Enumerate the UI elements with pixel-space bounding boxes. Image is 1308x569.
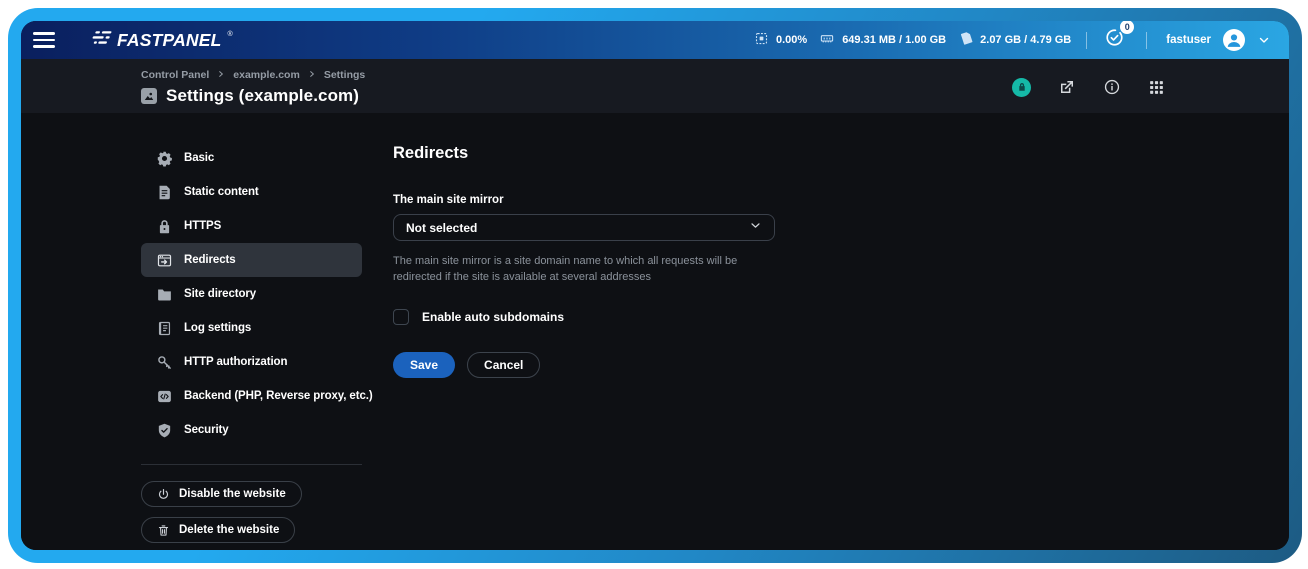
app-frame: FASTPANEL ® 0.00% 649.31 MB / 1.00 GB bbox=[8, 8, 1302, 563]
topbar-right: 0.00% 649.31 MB / 1.00 GB 2.07 GB / 4.79… bbox=[754, 27, 1271, 53]
shield-check-icon bbox=[156, 422, 173, 439]
cancel-button[interactable]: Cancel bbox=[467, 352, 540, 378]
fastpanel-logo[interactable]: FASTPANEL ® bbox=[87, 30, 232, 51]
gear-icon bbox=[156, 150, 173, 167]
log-icon bbox=[156, 320, 173, 337]
sidebar-divider bbox=[141, 464, 362, 465]
header-left: Control Panel example.com Settings Setti… bbox=[141, 69, 365, 106]
sidebar-actions: Disable the website Delete the website bbox=[141, 481, 362, 550]
info-icon[interactable] bbox=[1103, 78, 1121, 96]
page-title: Settings (example.com) bbox=[166, 86, 359, 106]
disable-website-button[interactable]: Disable the website bbox=[141, 481, 302, 507]
disable-website-label: Disable the website bbox=[179, 488, 286, 500]
sidebar-item-label: Redirects bbox=[184, 254, 236, 266]
content-area: Basic Static content HTTPS bbox=[21, 113, 1289, 550]
sidebar-item-redirects[interactable]: Redirects bbox=[141, 243, 362, 277]
sidebar-item-log-settings[interactable]: Log settings bbox=[141, 311, 362, 345]
breadcrumb-settings[interactable]: Settings bbox=[324, 69, 365, 81]
redirects-panel: Redirects The main site mirror Not selec… bbox=[393, 141, 787, 550]
breadcrumb-separator-icon bbox=[308, 69, 316, 81]
settings-sidebar: Basic Static content HTTPS bbox=[141, 141, 362, 550]
sidebar-item-basic[interactable]: Basic bbox=[141, 141, 362, 175]
logo-text: FASTPANEL bbox=[117, 30, 222, 51]
sidebar-item-label: Backend (PHP, Reverse proxy, etc.) bbox=[184, 390, 373, 402]
site-favicon-image-icon bbox=[141, 88, 157, 104]
sidebar-item-label: Basic bbox=[184, 152, 214, 164]
page-header: Control Panel example.com Settings Setti… bbox=[21, 59, 1289, 113]
power-icon bbox=[157, 488, 170, 501]
sidebar-item-label: HTTP authorization bbox=[184, 356, 287, 368]
apps-grid-icon[interactable] bbox=[1148, 79, 1165, 96]
redirect-icon bbox=[156, 252, 173, 269]
code-icon bbox=[156, 388, 173, 405]
auto-subdomains-checkbox[interactable] bbox=[393, 309, 409, 325]
sidebar-item-static-content[interactable]: Static content bbox=[141, 175, 362, 209]
logo-registered-mark: ® bbox=[228, 31, 233, 38]
key-icon bbox=[156, 354, 173, 371]
cpu-usage-stat[interactable]: 0.00% bbox=[754, 31, 807, 49]
sidebar-item-label: Static content bbox=[184, 186, 259, 198]
ram-icon bbox=[819, 31, 835, 49]
header-actions bbox=[1012, 78, 1165, 97]
tasks-button[interactable]: 0 bbox=[1104, 27, 1125, 53]
folder-icon bbox=[156, 286, 173, 303]
task-check-icon bbox=[1104, 35, 1125, 52]
breadcrumb-site[interactable]: example.com bbox=[233, 69, 300, 81]
auto-subdomains-label: Enable auto subdomains bbox=[422, 310, 564, 324]
breadcrumb: Control Panel example.com Settings bbox=[141, 69, 365, 81]
ram-usage-value: 649.31 MB / 1.00 GB bbox=[842, 34, 946, 46]
title-row: Settings (example.com) bbox=[141, 86, 365, 106]
sidebar-item-http-authorization[interactable]: HTTP authorization bbox=[141, 345, 362, 379]
sidebar-item-backend[interactable]: Backend (PHP, Reverse proxy, etc.) bbox=[141, 379, 362, 413]
sidebar-item-label: HTTPS bbox=[184, 220, 221, 232]
logo-speed-lines-icon bbox=[87, 30, 112, 51]
main-site-mirror-help: The main site mirror is a site domain na… bbox=[393, 254, 787, 286]
sidebar-item-https[interactable]: HTTPS bbox=[141, 209, 362, 243]
app-window: FASTPANEL ® 0.00% 649.31 MB / 1.00 GB bbox=[21, 21, 1289, 550]
topbar-divider bbox=[1146, 32, 1147, 49]
ram-usage-stat[interactable]: 649.31 MB / 1.00 GB bbox=[819, 31, 946, 49]
disk-usage-stat[interactable]: 2.07 GB / 4.79 GB bbox=[958, 31, 1071, 49]
sidebar-item-security[interactable]: Security bbox=[141, 413, 362, 447]
breadcrumb-separator-icon bbox=[217, 69, 225, 81]
section-heading: Redirects bbox=[393, 144, 787, 163]
main-site-mirror-value: Not selected bbox=[406, 221, 477, 235]
cpu-icon bbox=[754, 31, 769, 49]
form-actions: Save Cancel bbox=[393, 352, 787, 378]
disk-usage-value: 2.07 GB / 4.79 GB bbox=[980, 34, 1071, 46]
main-site-mirror-label: The main site mirror bbox=[393, 194, 787, 206]
trash-icon bbox=[157, 524, 170, 537]
sidebar-item-label: Security bbox=[184, 424, 229, 436]
delete-website-label: Delete the website bbox=[179, 524, 279, 536]
ssl-lock-icon[interactable] bbox=[1012, 78, 1031, 97]
delete-website-button[interactable]: Delete the website bbox=[141, 517, 295, 543]
sidebar-item-label: Site directory bbox=[184, 288, 256, 300]
topbar: FASTPANEL ® 0.00% 649.31 MB / 1.00 GB bbox=[21, 21, 1289, 59]
sidebar-item-site-directory[interactable]: Site directory bbox=[141, 277, 362, 311]
tasks-count-badge: 0 bbox=[1120, 21, 1134, 34]
open-site-external-link-icon[interactable] bbox=[1058, 78, 1076, 96]
hamburger-menu-icon[interactable] bbox=[33, 32, 55, 47]
sidebar-item-label: Log settings bbox=[184, 322, 251, 334]
main-site-mirror-select[interactable]: Not selected bbox=[393, 214, 775, 241]
user-menu-chevron-down-icon[interactable] bbox=[1257, 33, 1271, 47]
save-button[interactable]: Save bbox=[393, 352, 455, 378]
chevron-down-icon bbox=[749, 219, 762, 237]
auto-subdomains-row: Enable auto subdomains bbox=[393, 309, 787, 325]
cpu-usage-value: 0.00% bbox=[776, 34, 807, 46]
topbar-divider bbox=[1086, 32, 1087, 49]
disk-icon bbox=[958, 31, 973, 49]
lock-icon bbox=[156, 218, 173, 235]
username-label[interactable]: fastuser bbox=[1166, 34, 1211, 46]
document-icon bbox=[156, 184, 173, 201]
user-avatar[interactable] bbox=[1223, 29, 1245, 51]
breadcrumb-control-panel[interactable]: Control Panel bbox=[141, 69, 209, 81]
